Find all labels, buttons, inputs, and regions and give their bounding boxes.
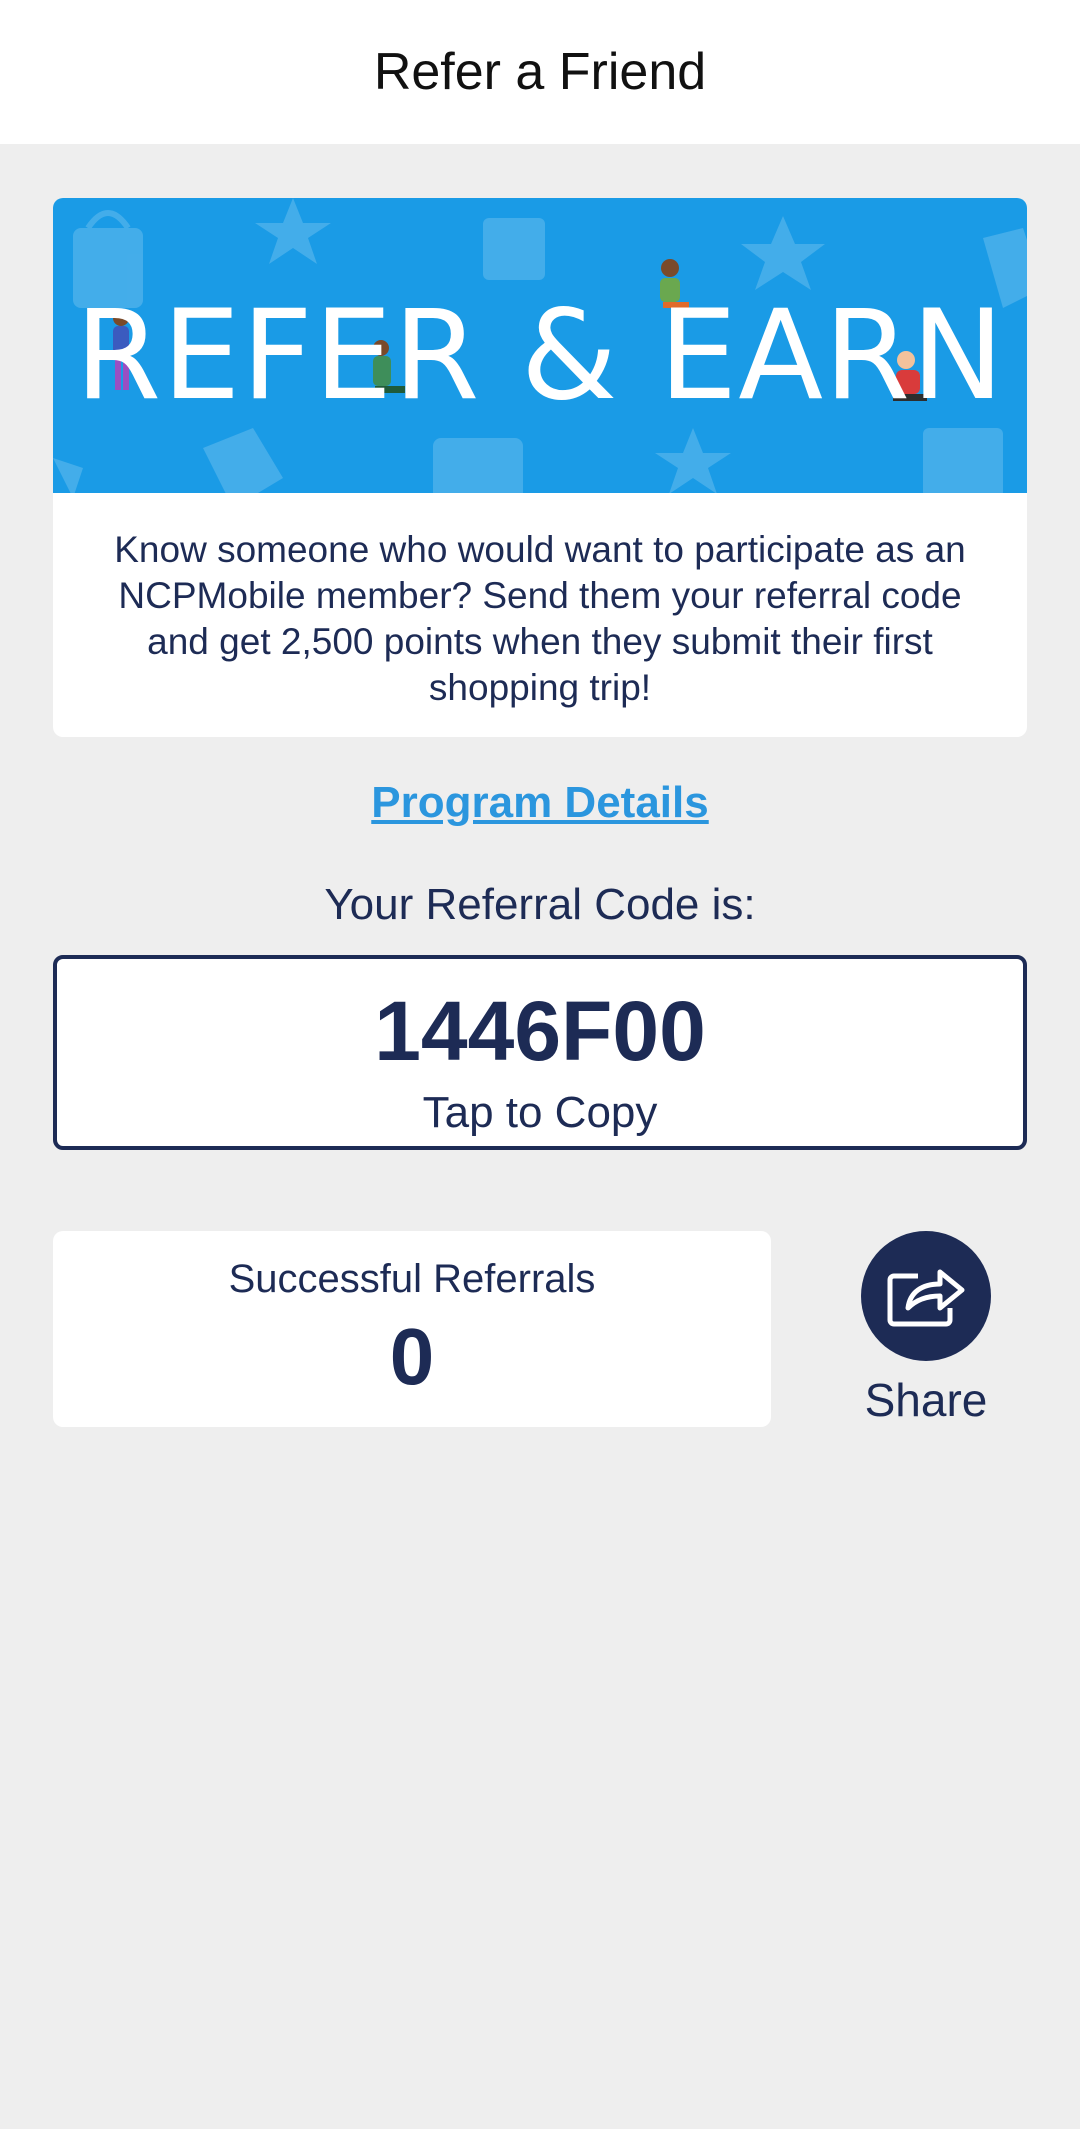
share-circle[interactable] bbox=[861, 1231, 991, 1361]
promo-card: REFER & EARN Know someone who would want… bbox=[53, 198, 1027, 737]
successful-referrals-label: Successful Referrals bbox=[228, 1257, 596, 1301]
share-arrow-icon bbox=[887, 1269, 965, 1327]
program-details-link[interactable]: Program Details bbox=[371, 778, 708, 827]
page-title: Refer a Friend bbox=[373, 43, 707, 101]
program-details-container: Program Details bbox=[0, 778, 1080, 828]
share-button[interactable]: Share bbox=[842, 1231, 1010, 1427]
referral-code-label: Your Referral Code is: bbox=[324, 880, 756, 929]
app-header: Refer a Friend bbox=[0, 0, 1080, 144]
referral-code-value: 1446F00 bbox=[374, 984, 706, 1078]
share-label: Share bbox=[864, 1374, 988, 1426]
successful-referrals-count: 0 bbox=[389, 1312, 435, 1401]
referral-code-copy-button[interactable]: 1446F00 Tap to Copy bbox=[53, 955, 1027, 1150]
tap-to-copy-hint: Tap to Copy bbox=[422, 1088, 658, 1137]
refer-earn-banner: REFER & EARN bbox=[53, 198, 1027, 493]
successful-referrals-card: Successful Referrals 0 bbox=[53, 1231, 771, 1427]
banner-title: REFER & EARN bbox=[75, 283, 1005, 428]
promo-description: Know someone who would want to participa… bbox=[114, 529, 966, 708]
